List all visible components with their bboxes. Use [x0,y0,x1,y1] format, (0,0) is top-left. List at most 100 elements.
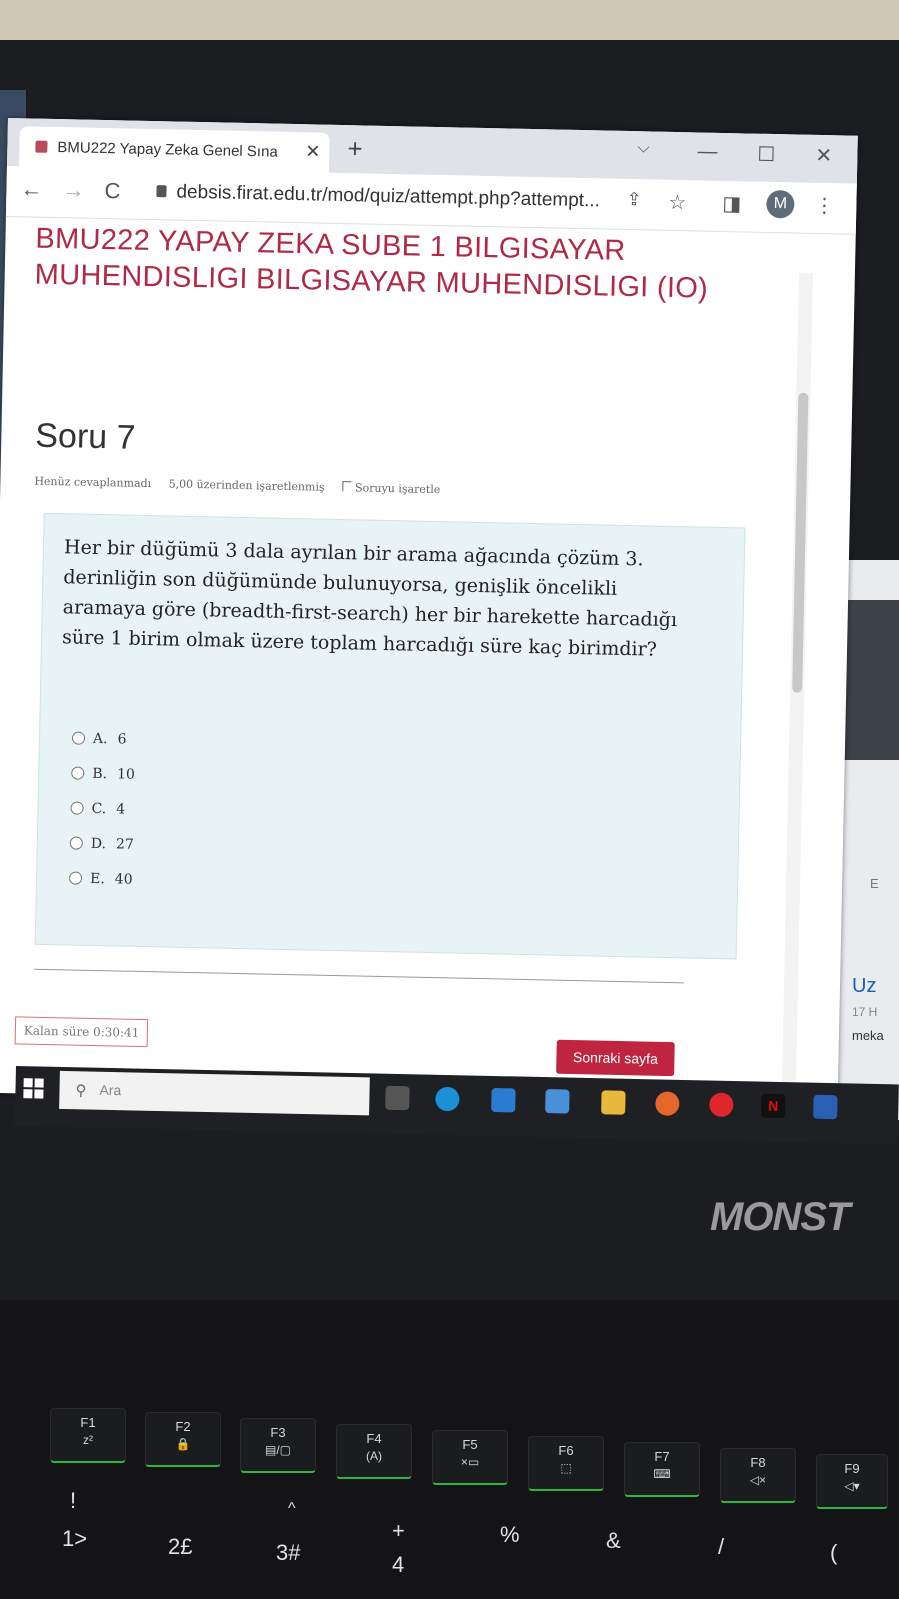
news-widget-title[interactable]: Uz [852,975,876,998]
answer-value: 6 [117,730,127,748]
key-label: F2 [175,1419,191,1434]
answer-option-d[interactable]: D. 27 [69,825,134,861]
key-percent[interactable]: % [500,1522,520,1548]
key-f3[interactable]: F3 ▤/▢ [240,1418,316,1473]
new-tab-button[interactable]: + [347,133,363,164]
reload-button[interactable]: C [104,178,120,204]
profile-avatar[interactable]: M [766,189,795,219]
question-meta: Henüz cevaplanmadı 5,00 üzerinden işaret… [34,475,468,497]
key-label: F5 [462,1437,478,1452]
key-4[interactable]: 4 [392,1552,404,1578]
lock-icon[interactable] [156,185,167,198]
key-function: ⌨ [653,1467,671,1481]
key-exclaim[interactable]: ! [70,1488,76,1514]
edge-browser-icon[interactable] [435,1086,460,1112]
taskbar-search-input[interactable]: ⚲ Ara [59,1070,370,1116]
side-panel-icon[interactable]: ◨ [722,191,741,216]
key-function: ◁× [749,1473,767,1487]
share-icon[interactable]: ⇪ [626,189,642,210]
opera-icon[interactable] [709,1092,734,1118]
key-function: 🔒 [175,1437,191,1451]
page-content: BMU222 YAPAY ZEKA SUBE 1 BILGISAYAR MUHE… [0,216,856,1111]
key-plus[interactable]: + [392,1518,405,1544]
radio-button[interactable] [71,731,86,745]
time-remaining: Kalan süre 0:30:41 [14,1016,149,1048]
answer-letter: B. [92,765,108,782]
file-explorer-icon[interactable] [601,1090,626,1115]
mail-icon[interactable] [491,1087,516,1113]
bookmark-star-icon[interactable]: ☆ [668,190,686,215]
answer-option-a[interactable]: A. 6 [71,720,137,756]
store-icon[interactable] [545,1089,570,1114]
key-function: ▤/▢ [264,1443,291,1457]
task-view-icon[interactable] [385,1085,410,1111]
key-f4[interactable]: F4 (A) [336,1424,412,1479]
answer-option-e[interactable]: E. 40 [68,860,134,896]
next-page-button[interactable]: Sonraki sayfa [556,1039,675,1077]
windows-start-icon[interactable] [23,1078,44,1099]
browser-tab[interactable]: BMU222 Yapay Zeka Genel Sınav ✕ [18,126,330,173]
key-function: ◁▾ [844,1479,860,1493]
question-title: Soru 7 [34,416,136,457]
key-slash[interactable]: / [718,1534,724,1560]
key-3[interactable]: 3# [276,1540,300,1566]
key-f1[interactable]: F1 z² [50,1408,126,1463]
key-f6[interactable]: F6 ⬚ [528,1436,604,1491]
question-box: Her bir düğümü 3 dala ayrılan bir arama … [34,512,746,960]
question-text: Her bir düğümü 3 dala ayrılan bir arama … [61,536,678,661]
minimize-button[interactable]: — [697,140,717,163]
url-field[interactable]: debsis.firat.edu.tr/mod/quiz/attempt.php… [176,182,600,213]
key-f2[interactable]: F2 🔒 [145,1412,221,1467]
favicon-icon [35,140,48,153]
back-button[interactable]: ← [20,176,43,202]
key-f8[interactable]: F8 ◁× [720,1448,796,1503]
key-label: F3 [270,1425,286,1440]
key-paren[interactable]: ( [830,1540,837,1566]
laptop-brand-logo: MONST [710,1195,850,1239]
news-widget-line2: meka [852,1028,884,1043]
key-caret[interactable]: ^ [288,1500,296,1518]
key-1[interactable]: 1> [62,1526,87,1552]
key-label: F4 [366,1431,382,1446]
answer-value: 40 [114,870,133,888]
search-placeholder: Ara [99,1081,122,1099]
flag-question-label: Soruyu işaretle [354,481,441,497]
desktop-partial-text: E [870,876,879,891]
answer-value: 4 [116,800,126,818]
key-f7[interactable]: F7 ⌨ [624,1442,700,1497]
course-title: BMU222 YAPAY ZEKA SUBE 1 BILGISAYAR MUHE… [34,222,709,305]
key-function: (A) [366,1449,382,1463]
forward-button[interactable]: → [62,177,85,203]
key-ampersand[interactable]: & [606,1528,621,1554]
browser-window: BMU222 Yapay Zeka Genel Sınav ✕ + ⌵ — ☐ … [0,118,858,1111]
radio-button[interactable] [68,871,83,885]
netflix-icon[interactable]: N [761,1093,786,1119]
key-f9[interactable]: F9 ◁▾ [816,1454,888,1509]
answer-letter: C. [91,800,107,817]
question-marks: 5,00 üzerinden işaretlenmiş [168,477,325,494]
key-2[interactable]: 2£ [168,1534,192,1560]
maximize-button[interactable]: ☐ [757,142,775,167]
radio-button[interactable] [71,766,85,780]
tab-close-icon[interactable]: ✕ [305,141,321,162]
key-function: ⬚ [560,1461,572,1475]
radio-button[interactable] [69,836,83,850]
answer-option-b[interactable]: B. 10 [71,755,136,791]
word-icon[interactable] [813,1094,838,1120]
firefox-icon[interactable] [655,1091,680,1116]
laptop-keyboard: F1 z² F2 🔒 F3 ▤/▢ F4 (A) F5 ×▭ F6 ⬚ F7 ⌨ F8 ◁× F… [0,1300,899,1599]
answer-letter: E. [89,870,105,887]
flag-question-link[interactable]: Soruyu işaretle [342,481,454,496]
radio-button[interactable] [70,801,84,815]
key-label: F8 [750,1455,766,1470]
question-status: Henüz cevaplanmadı [34,474,152,491]
close-window-button[interactable]: ✕ [815,143,832,168]
news-widget-line1: 17 H [852,1005,878,1019]
answer-option-c[interactable]: C. 4 [70,790,135,826]
answer-value: 27 [115,835,135,853]
answer-letter: A. [92,730,108,747]
key-function: z² [83,1433,93,1447]
key-f5[interactable]: F5 ×▭ [432,1430,508,1485]
menu-kebab-icon[interactable]: ⋮ [814,193,835,218]
tab-search-chevron-icon[interactable]: ⌵ [637,139,649,157]
